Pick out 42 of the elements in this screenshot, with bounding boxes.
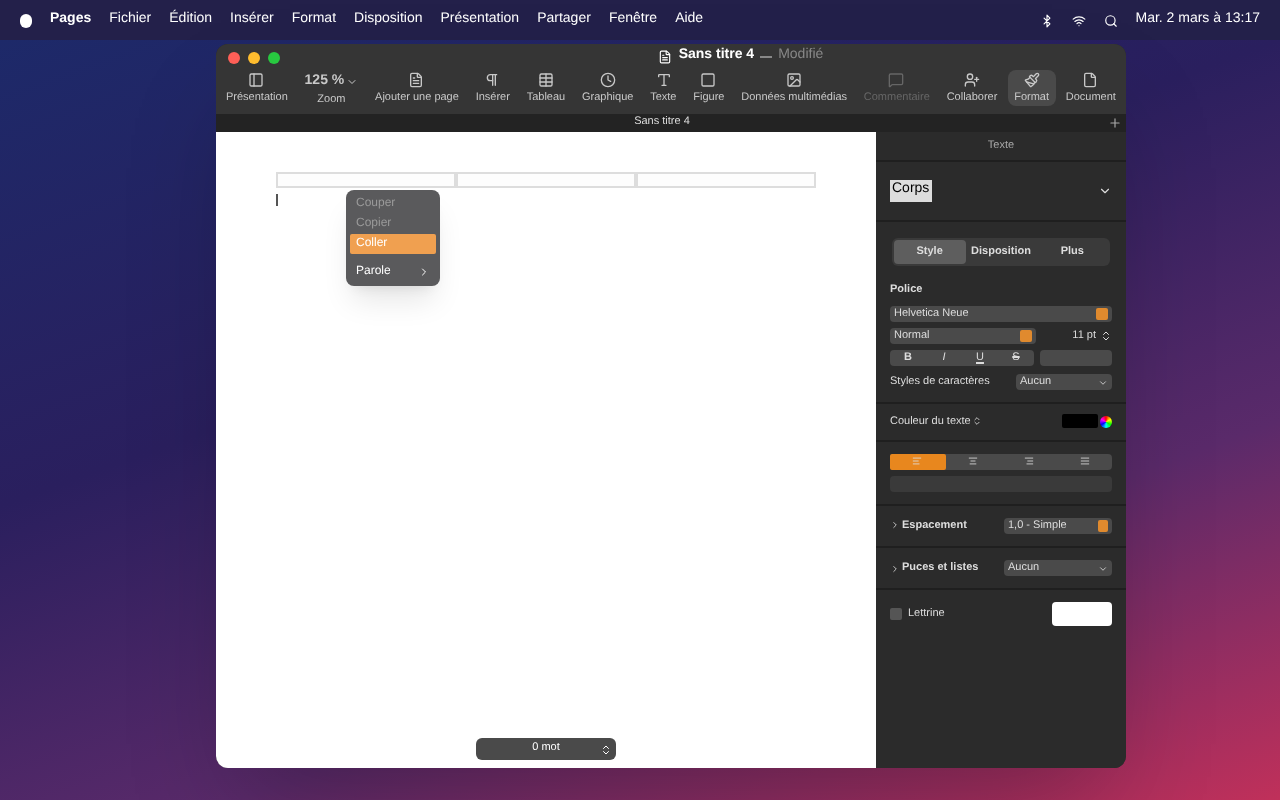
chevron-icon: [1098, 563, 1108, 574]
title-separator-icon: [760, 56, 773, 58]
close-button[interactable]: [228, 51, 240, 63]
minimize-button[interactable]: [248, 51, 260, 63]
color-wheel-icon[interactable]: [1100, 415, 1112, 428]
toolbar-icon: [655, 72, 672, 88]
toolbar-icon: [484, 72, 501, 88]
bluetooth-icon[interactable]: [1039, 13, 1054, 27]
zoom-button[interactable]: [268, 51, 280, 63]
submenu-chevron-icon: [418, 266, 430, 278]
text-cursor: [276, 194, 278, 206]
align-icon: [1079, 456, 1090, 467]
chevron-icon[interactable]: [1098, 184, 1112, 198]
dropcap-preview-select[interactable]: [1052, 602, 1112, 627]
toolbar-icon: [888, 72, 905, 88]
align-icon: [968, 456, 979, 467]
add-tab-icon[interactable]: [1108, 116, 1122, 130]
wifi-icon[interactable]: [1071, 13, 1086, 27]
toolbar-icon: [1023, 72, 1040, 88]
chevron-icon: [346, 75, 359, 87]
chevron-icon: [1098, 377, 1108, 388]
search-icon[interactable]: [1103, 13, 1118, 27]
toolbar-icon: [786, 72, 803, 88]
checkbox[interactable]: [890, 608, 902, 621]
toolbar-icon: [1082, 72, 1099, 88]
table-cell[interactable]: [456, 172, 636, 188]
toolbar-icon: [964, 72, 980, 88]
disclosure-icon[interactable]: [890, 563, 900, 574]
toolbar-icon: [599, 72, 616, 88]
toolbar-icon: [700, 72, 717, 88]
table-cell[interactable]: [276, 172, 456, 188]
toolbar-icon: [248, 72, 265, 88]
align-button[interactable]: [890, 453, 946, 470]
toolbar-icon: [537, 72, 554, 88]
stepper-icon[interactable]: [972, 416, 983, 427]
color-swatch[interactable]: [1062, 414, 1098, 429]
table-cell[interactable]: [636, 172, 816, 188]
toolbar-icon: [408, 72, 425, 88]
align-icon: [1023, 456, 1034, 467]
disclosure-icon[interactable]: [890, 520, 900, 531]
align-icon: [912, 456, 923, 467]
document-icon: [658, 50, 673, 64]
